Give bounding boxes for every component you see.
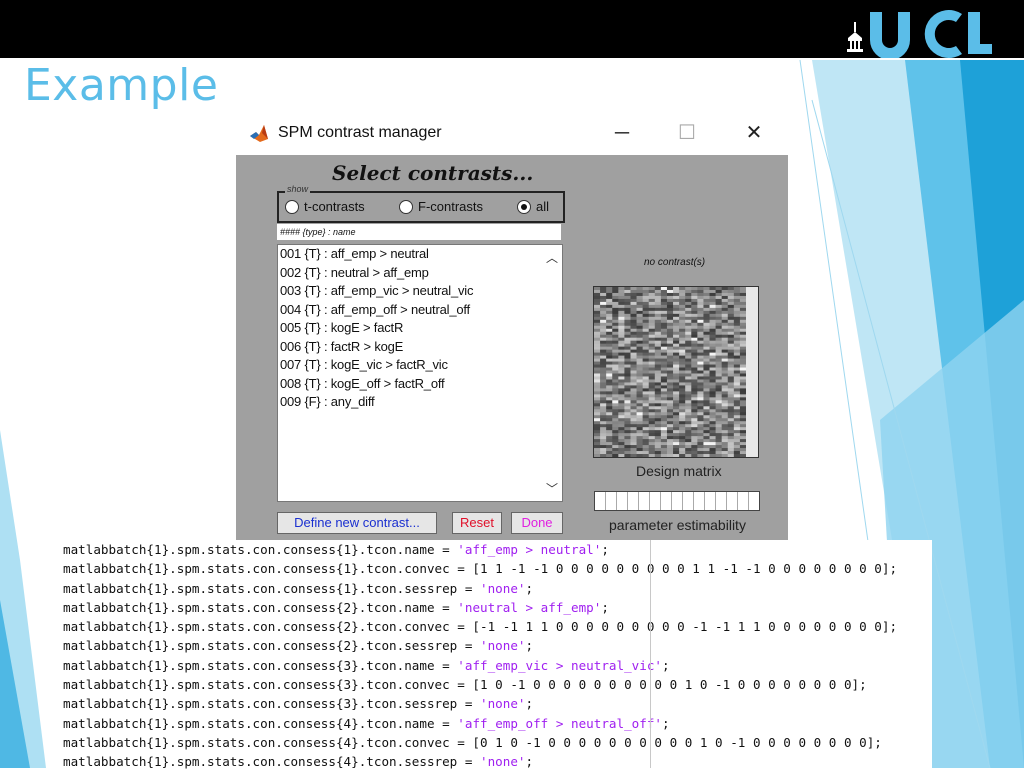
window-titlebar[interactable]: SPM contrast manager ─ ☐ ✕ xyxy=(236,113,788,155)
done-button[interactable]: Done xyxy=(511,512,563,534)
radio-selected-icon xyxy=(517,199,531,214)
show-filter-group: show t-contrasts F-contrasts all xyxy=(277,184,565,223)
design-matrix-image xyxy=(593,286,759,458)
code-line: matlabbatch{1}.spm.stats.con.consess{4}.… xyxy=(63,715,670,731)
parameter-estimability-label: parameter estimability xyxy=(609,517,746,533)
contrast-list-header: #### {type} : name xyxy=(277,224,561,240)
code-line: matlabbatch{1}.spm.stats.con.consess{2}.… xyxy=(63,599,609,615)
design-matrix-pattern xyxy=(594,287,758,458)
code-line: matlabbatch{1}.spm.stats.con.consess{3}.… xyxy=(63,696,534,712)
radio-t-contrasts[interactable]: t-contrasts xyxy=(285,199,365,214)
radio-label: F-contrasts xyxy=(418,199,484,214)
list-item[interactable]: 005 {T} : kogE > factR xyxy=(278,319,562,338)
parameter-estimability-bar xyxy=(594,491,760,511)
code-line: matlabbatch{1}.spm.stats.con.consess{2}.… xyxy=(63,619,898,635)
list-item[interactable]: 008 {T} : kogE_off > factR_off xyxy=(278,375,562,394)
radio-circle-icon xyxy=(285,199,299,214)
no-contrast-label: no contrast(s) xyxy=(644,257,706,268)
code-line: matlabbatch{1}.spm.stats.con.consess{3}.… xyxy=(63,677,867,693)
radio-all[interactable]: all xyxy=(517,199,549,214)
window-title: SPM contrast manager xyxy=(278,124,442,141)
list-item[interactable]: 009 {F} : any_diff xyxy=(278,393,562,412)
radio-f-contrasts[interactable]: F-contrasts xyxy=(399,199,483,214)
scroll-down-icon[interactable]: ﹀ xyxy=(546,480,558,497)
maximize-button[interactable]: ☐ xyxy=(672,119,702,147)
list-item[interactable]: 002 {T} : neutral > aff_emp xyxy=(278,264,562,283)
contrast-list[interactable]: 001 {T} : aff_emp > neutral 002 {T} : ne… xyxy=(277,244,563,502)
minimize-button[interactable]: ─ xyxy=(607,119,637,147)
scroll-up-icon[interactable]: ︿ xyxy=(546,249,558,266)
show-legend: show xyxy=(285,184,311,194)
radio-circle-icon xyxy=(399,199,413,214)
code-line: matlabbatch{1}.spm.stats.con.consess{1}.… xyxy=(63,561,898,577)
list-item[interactable]: 003 {T} : aff_emp_vic > neutral_vic xyxy=(278,282,562,301)
select-contrasts-heading: Select contrasts... xyxy=(332,161,534,185)
list-item[interactable]: 006 {T} : factR > kogE xyxy=(278,338,562,357)
code-line: matlabbatch{1}.spm.stats.con.consess{1}.… xyxy=(63,580,534,596)
list-item[interactable]: 001 {T} : aff_emp > neutral xyxy=(278,245,562,264)
radio-label: all xyxy=(536,199,550,214)
slide-title: Example xyxy=(24,60,219,111)
code-line: matlabbatch{1}.spm.stats.con.consess{4}.… xyxy=(63,734,882,750)
list-item[interactable]: 004 {T} : aff_emp_off > neutral_off xyxy=(278,301,562,320)
spm-contrast-manager-window: SPM contrast manager ─ ☐ ✕ Select contra… xyxy=(236,113,788,540)
matlab-code-listing: matlabbatch{1}.spm.stats.con.consess{1}.… xyxy=(57,540,932,770)
design-matrix-label: Design matrix xyxy=(636,463,722,479)
radio-label: t-contrasts xyxy=(304,199,365,214)
code-line: matlabbatch{1}.spm.stats.con.consess{3}.… xyxy=(63,657,670,673)
close-button[interactable]: ✕ xyxy=(739,119,769,147)
ucl-logo xyxy=(847,10,992,58)
code-line: matlabbatch{1}.spm.stats.con.consess{1}.… xyxy=(63,542,609,557)
list-item[interactable]: 007 {T} : kogE_vic > factR_vic xyxy=(278,356,562,375)
code-line: matlabbatch{1}.spm.stats.con.consess{4}.… xyxy=(63,754,534,770)
window-body: Select contrasts... show t-contrasts F-c… xyxy=(236,155,788,540)
define-new-contrast-button[interactable]: Define new contrast... xyxy=(277,512,437,534)
code-line: matlabbatch{1}.spm.stats.con.consess{2}.… xyxy=(63,638,534,654)
matlab-icon xyxy=(250,125,268,142)
code-divider xyxy=(650,540,651,768)
reset-button[interactable]: Reset xyxy=(452,512,502,534)
